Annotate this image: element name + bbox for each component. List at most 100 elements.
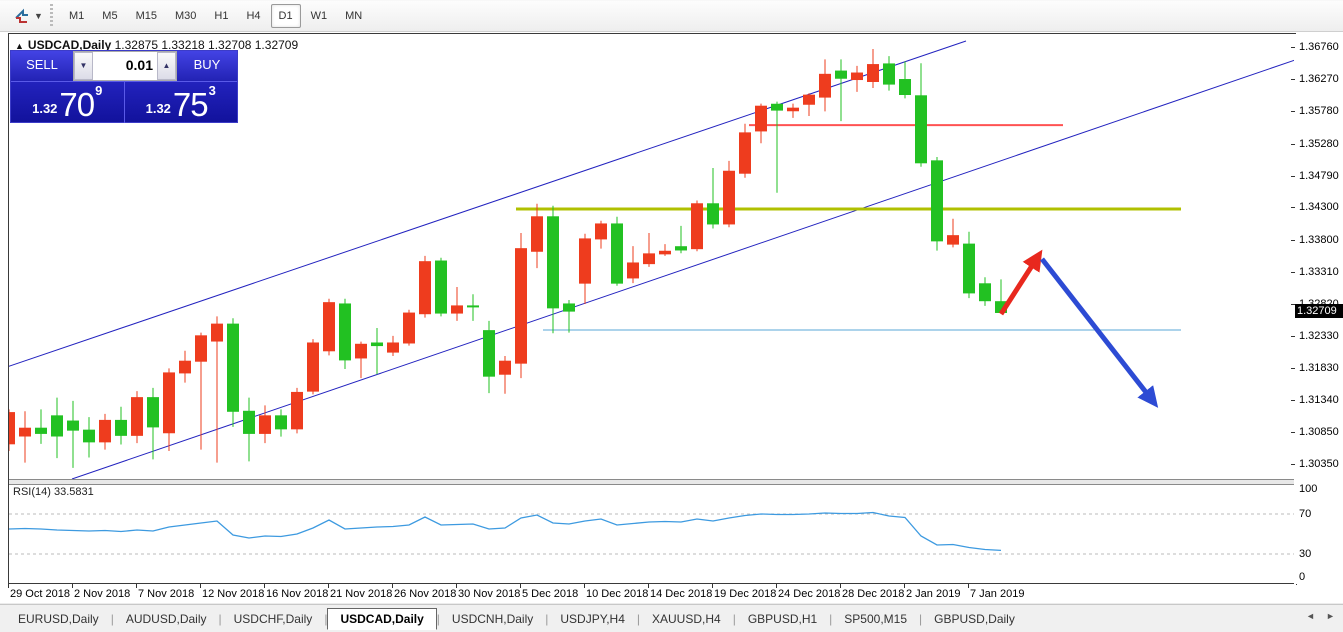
timeframe-button-mn[interactable]: MN: [337, 4, 370, 28]
time-axis-label: 2 Nov 2018: [74, 588, 130, 600]
tab-audusd-daily[interactable]: AUDUSD,Daily: [114, 609, 219, 629]
current-price-badge: 1.32709: [1295, 304, 1343, 318]
timeframe-button-m30[interactable]: M30: [167, 4, 204, 28]
time-tick: [136, 584, 137, 588]
price-axis-label: 1.36760: [1299, 41, 1339, 53]
candle-46: [740, 124, 751, 178]
buy-price[interactable]: 1.32 75 3: [125, 82, 238, 123]
candle-29: [468, 294, 479, 321]
price-tick: [1291, 79, 1295, 80]
price-axis-label: 1.30850: [1299, 426, 1339, 438]
price-tick: [1291, 176, 1295, 177]
volume-increase-button[interactable]: ▲: [157, 52, 176, 80]
candle-18: [292, 388, 303, 434]
candle-24: [388, 336, 399, 356]
candle-33: [532, 204, 543, 268]
candle-31: [500, 356, 511, 394]
tab-usdchf-daily[interactable]: USDCHF,Daily: [222, 609, 325, 629]
time-tick: [456, 584, 457, 588]
timeframe-button-m5[interactable]: M5: [94, 4, 125, 28]
tab-usdjpy-h4[interactable]: USDJPY,H4: [548, 609, 636, 629]
time-tick: [840, 584, 841, 588]
candle-21: [340, 299, 351, 369]
price-tick: [1291, 240, 1295, 241]
tab-sp500-m15[interactable]: SP500,M15: [832, 609, 919, 629]
candle-55: [884, 56, 895, 90]
candle-49: [788, 104, 799, 118]
channel-lower[interactable]: [72, 60, 1294, 479]
candle-0: [9, 409, 15, 451]
candle-51: [820, 59, 831, 111]
chart-arrows-icon[interactable]: [10, 5, 34, 27]
candle-20: [324, 299, 335, 356]
rsi-indicator-plot[interactable]: [9, 484, 1294, 584]
candle-7: [116, 407, 127, 445]
price-tick: [1291, 400, 1295, 401]
candle-8: [132, 391, 143, 443]
candle-30: [484, 321, 495, 393]
time-tick: [8, 584, 9, 588]
timeframe-button-h1[interactable]: H1: [206, 4, 236, 28]
candle-34: [548, 206, 559, 333]
tab-usdcad-daily[interactable]: USDCAD,Daily: [327, 608, 436, 630]
candle-6: [100, 414, 111, 450]
toolbar-dropdown-caret[interactable]: ▼: [34, 11, 43, 21]
time-axis-label: 29 Oct 2018: [10, 588, 70, 600]
time-axis: 29 Oct 20182 Nov 20187 Nov 201812 Nov 20…: [8, 585, 1343, 603]
candle-2: [36, 409, 47, 443]
candle-12: [196, 333, 207, 450]
tab-gbpusd-h1[interactable]: GBPUSD,H1: [736, 609, 829, 629]
candle-14: [228, 318, 239, 427]
sell-price[interactable]: 1.32 70 9: [11, 82, 125, 123]
price-axis-label: 1.35280: [1299, 138, 1339, 150]
buy-price-base: 1.32: [146, 98, 171, 120]
tab-usdcnh-daily[interactable]: USDCNH,Daily: [440, 609, 545, 629]
time-tick: [968, 584, 969, 588]
candle-59: [948, 219, 959, 248]
candle-61: [980, 277, 991, 306]
candle-43: [692, 201, 703, 252]
price-tick: [1291, 368, 1295, 369]
candle-23: [372, 328, 383, 374]
sell-button[interactable]: SELL: [11, 51, 73, 81]
tab-gbpusd-daily[interactable]: GBPUSD,Daily: [922, 609, 1027, 629]
candle-32: [516, 233, 527, 378]
candle-13: [212, 316, 223, 462]
time-axis-label: 16 Nov 2018: [266, 588, 328, 600]
tab-scroll-right[interactable]: ►: [1326, 611, 1335, 621]
chart-window: ▲USDCAD,Daily 1.32875 1.33218 1.32708 1.…: [0, 32, 1343, 603]
candle-17: [276, 409, 287, 436]
tab-scroll-left[interactable]: ◄: [1306, 611, 1315, 621]
time-axis-label: 30 Nov 2018: [458, 588, 520, 600]
candle-15: [244, 398, 255, 462]
chart-tabs: EURUSD,Daily|AUDUSD,Daily|USDCHF,Daily|U…: [6, 607, 1027, 631]
candle-45: [724, 161, 735, 227]
price-axis-label: 1.31340: [1299, 394, 1339, 406]
tab-xauusd-h4[interactable]: XAUUSD,H4: [640, 609, 733, 629]
timeframe-button-h4[interactable]: H4: [238, 4, 268, 28]
tab-eurusd-daily[interactable]: EURUSD,Daily: [6, 609, 111, 629]
timeframe-button-d1[interactable]: D1: [271, 4, 301, 28]
sell-price-point: 9: [95, 74, 102, 108]
timeframe-button-m1[interactable]: M1: [61, 4, 92, 28]
bullish-arrow[interactable]: [1001, 258, 1037, 314]
one-click-trading-panel: SELL ▼ 0.01 ▲ BUY 1.32 70 9 1.32 75 3: [10, 50, 238, 123]
price-tick: [1291, 144, 1295, 145]
volume-decrease-button[interactable]: ▼: [74, 52, 93, 80]
price-axis-label: 1.32330: [1299, 330, 1339, 342]
price-tick: [1291, 432, 1295, 433]
candle-5: [84, 417, 95, 457]
candle-4: [68, 401, 79, 468]
rsi-label: RSI(14) 33.5831: [13, 486, 94, 498]
buy-button[interactable]: BUY: [177, 51, 237, 81]
volume-input[interactable]: 0.01: [93, 52, 157, 80]
price-axis-label: 1.36270: [1299, 73, 1339, 85]
timeframe-button-w1[interactable]: W1: [303, 4, 336, 28]
candle-36: [580, 234, 591, 304]
candle-47: [756, 104, 767, 144]
buy-price-point: 3: [209, 74, 216, 108]
sell-price-base: 1.32: [32, 98, 57, 120]
rsi-line: [9, 513, 1001, 551]
price-tick: [1291, 207, 1295, 208]
timeframe-button-m15[interactable]: M15: [128, 4, 165, 28]
